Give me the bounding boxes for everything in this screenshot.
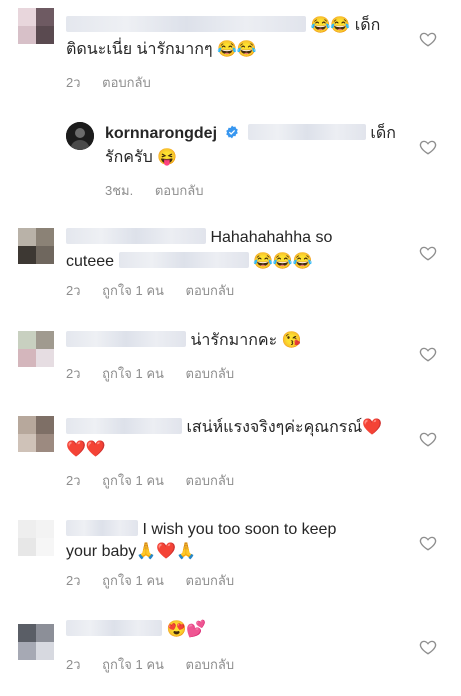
heart-outline-icon[interactable] [419, 638, 437, 656]
blurred-username[interactable] [66, 228, 206, 244]
comment-time: 2ว [66, 283, 81, 298]
reply-button[interactable]: ตอบกลับ [186, 473, 235, 488]
comment-meta: 2ว ถูกใจ 1 คน ตอบกลับ [66, 280, 252, 301]
avatar[interactable] [18, 228, 54, 264]
avatar-person-icon [66, 122, 94, 150]
blurred-username[interactable] [66, 331, 186, 347]
comment-text-line2: ติดนะเนี่ย น่ารักมากๆ 😂😂 [66, 41, 257, 58]
comment-text-line1: I wish you too soon to keep [142, 521, 337, 538]
comment-text: น่ารักมากคะ 😘 [66, 329, 302, 353]
blurred-username[interactable] [66, 520, 138, 536]
comment-text-line1: เด็ก [370, 125, 396, 142]
heart-outline-icon[interactable] [419, 30, 437, 48]
reply-button[interactable]: ตอบกลับ [186, 283, 235, 298]
reply-button[interactable]: ตอบกลับ [186, 657, 235, 672]
avatar[interactable] [66, 122, 94, 150]
comment-text-line1: น่ารักมากคะ 😘 [190, 332, 302, 349]
comment-time: 2ว [66, 473, 81, 488]
comment-text-line1: Hahahahahha so [210, 229, 333, 246]
comment-meta: 2ว ถูกใจ 1 คน ตอบกลับ [66, 470, 252, 491]
comment-meta: 2ว ตอบกลับ [66, 72, 169, 93]
reply-button[interactable]: ตอบกลับ [186, 573, 235, 588]
heart-outline-icon[interactable] [419, 534, 437, 552]
comment-text-line1: 😍💕 [166, 621, 207, 638]
heart-outline-icon[interactable] [419, 244, 437, 262]
comment-text-line1: 😂😂 เด็ก [310, 17, 381, 34]
comment-text-line2: your baby🙏❤️🙏 [66, 543, 197, 560]
blurred-username[interactable] [66, 418, 182, 434]
comment-text-line2: ❤️❤️ [66, 441, 106, 458]
comment-meta: 2ว ถูกใจ 1 คน ตอบกลับ [66, 363, 252, 384]
blurred-mention[interactable] [118, 252, 249, 268]
comment-text-line2: cuteee 😂😂😂 [66, 252, 313, 270]
blurred-mention[interactable] [247, 124, 366, 140]
likes-count[interactable]: ถูกใจ 1 คน [102, 657, 164, 672]
comment-text-line1: เสน่ห์แรงจริงๆค่ะคุณกรณ์❤️ [186, 419, 383, 436]
likes-count[interactable]: ถูกใจ 1 คน [102, 573, 164, 588]
likes-count[interactable]: ถูกใจ 1 คน [102, 473, 164, 488]
blurred-username[interactable] [66, 620, 162, 636]
comment-time: 2ว [66, 75, 81, 90]
heart-outline-icon[interactable] [419, 430, 437, 448]
comment-meta: 2ว ถูกใจ 1 คน ตอบกลับ [66, 570, 252, 591]
avatar[interactable] [18, 331, 54, 367]
avatar[interactable] [18, 416, 54, 452]
comment-text: Hahahahahha so [66, 226, 332, 250]
comment-text: เสน่ห์แรงจริงๆค่ะคุณกรณ์❤️ [66, 416, 382, 440]
heart-outline-icon[interactable] [419, 345, 437, 363]
comment-time: 2ว [66, 573, 81, 588]
comment-meta: 2ว ถูกใจ 1 คน ตอบกลับ [66, 654, 252, 675]
comment-text-line2: รักครับ 😝 [105, 149, 178, 166]
heart-outline-icon[interactable] [419, 138, 437, 156]
comment-text: 😂😂 เด็ก [66, 14, 380, 38]
verified-badge-icon [226, 125, 239, 139]
reply-button[interactable]: ตอบกลับ [155, 183, 204, 198]
avatar[interactable] [18, 520, 54, 556]
comment-time: 2ว [66, 657, 81, 672]
avatar[interactable] [18, 624, 54, 660]
comment-time: 2ว [66, 366, 81, 381]
comment-text: kornnarongdej เด็ก [105, 122, 396, 146]
reply-button[interactable]: ตอบกลับ [102, 75, 151, 90]
reply-button[interactable]: ตอบกลับ [186, 366, 235, 381]
comment-text: I wish you too soon to keep [66, 518, 336, 542]
comment-text: 😍💕 [66, 618, 206, 642]
comment-meta: 3ชม. ตอบกลับ [105, 180, 221, 201]
blurred-username[interactable] [66, 16, 306, 32]
username[interactable]: kornnarongdej [105, 125, 217, 142]
comment-time: 3ชม. [105, 183, 134, 198]
likes-count[interactable]: ถูกใจ 1 คน [102, 283, 164, 298]
likes-count[interactable]: ถูกใจ 1 คน [102, 366, 164, 381]
avatar[interactable] [18, 8, 54, 44]
